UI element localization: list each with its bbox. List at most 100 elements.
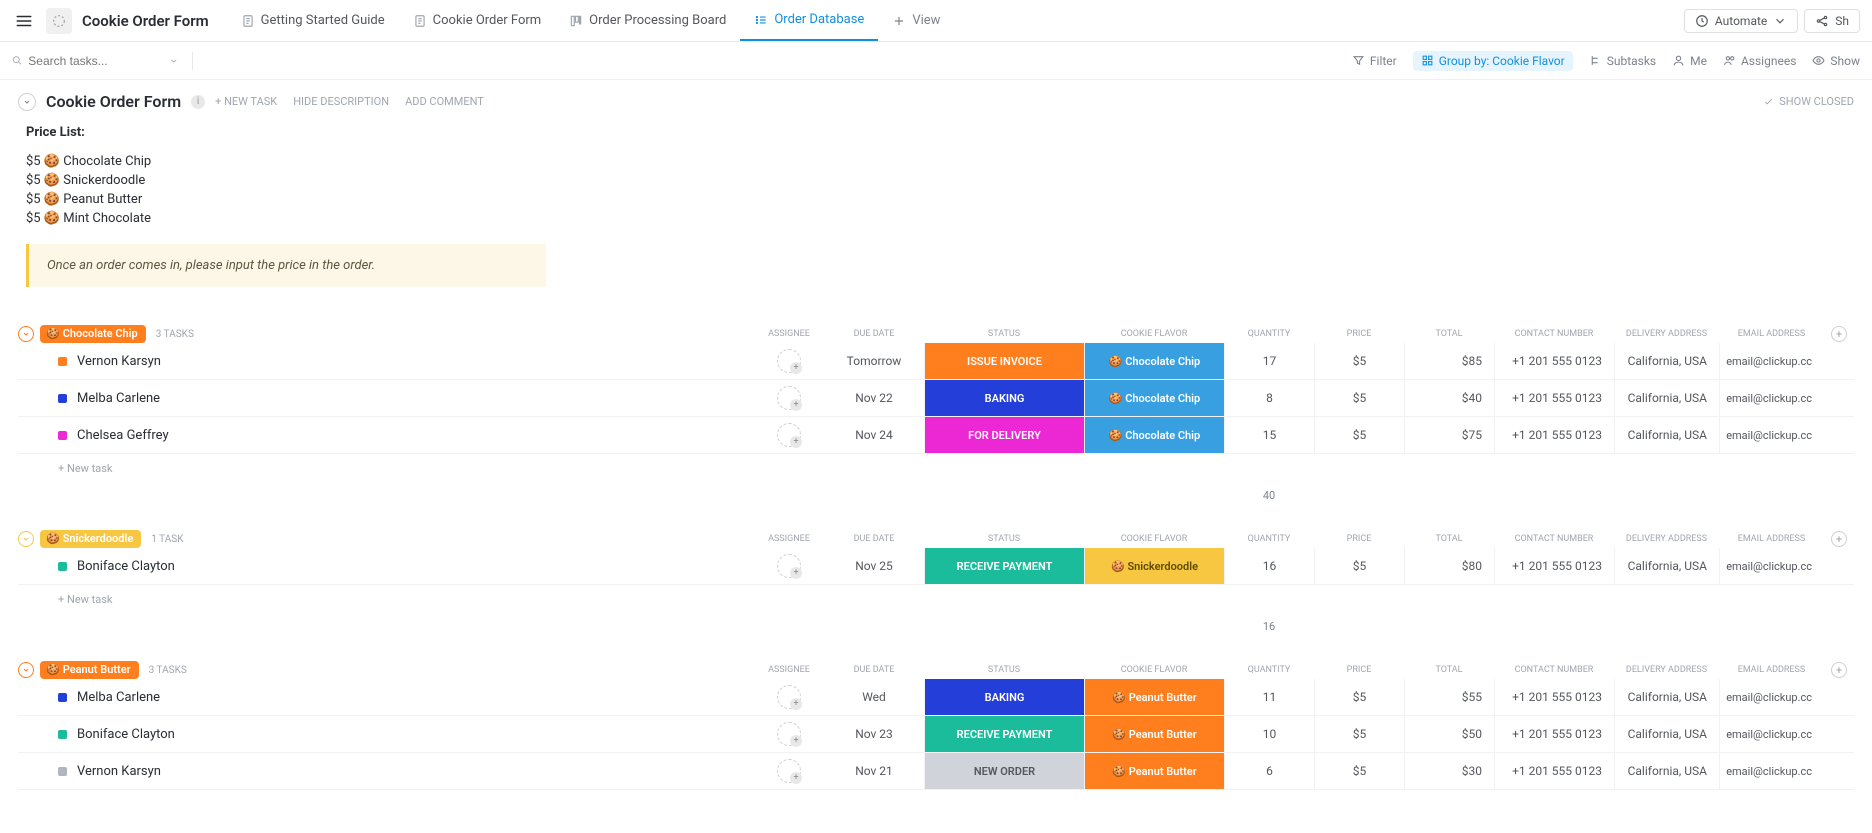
show-button[interactable]: Show: [1812, 54, 1860, 68]
flavor-pill[interactable]: 🍪 Chocolate Chip: [1085, 417, 1224, 453]
due-date[interactable]: Nov 24: [824, 417, 924, 453]
assignee-placeholder[interactable]: [777, 722, 801, 746]
status-square-icon[interactable]: [58, 394, 67, 403]
info-icon[interactable]: i: [191, 95, 205, 109]
status-square-icon[interactable]: [58, 730, 67, 739]
price-cell[interactable]: $5: [1314, 548, 1404, 584]
col-assignee[interactable]: ASSIGNEE: [754, 329, 824, 339]
col-assignee[interactable]: ASSIGNEE: [754, 534, 824, 544]
total-cell[interactable]: $85: [1404, 343, 1494, 379]
contact-cell[interactable]: +1 201 555 0123: [1494, 679, 1614, 715]
due-date[interactable]: Tomorrow: [824, 343, 924, 379]
contact-cell[interactable]: +1 201 555 0123: [1494, 343, 1614, 379]
contact-cell[interactable]: +1 201 555 0123: [1494, 753, 1614, 789]
quantity-cell[interactable]: 6: [1224, 753, 1314, 789]
col-cookie-flavor[interactable]: COOKIE FLAVOR: [1084, 665, 1224, 675]
share-button[interactable]: Sh: [1804, 9, 1860, 33]
tab-getting-started-guide[interactable]: Getting Started Guide: [227, 0, 399, 41]
col-delivery-address[interactable]: DELIVERY ADDRESS: [1614, 534, 1719, 544]
due-date[interactable]: Nov 25: [824, 548, 924, 584]
total-cell[interactable]: $80: [1404, 548, 1494, 584]
col-price[interactable]: PRICE: [1314, 329, 1404, 339]
col-assignee[interactable]: ASSIGNEE: [754, 665, 824, 675]
email-cell[interactable]: email@clickup.cc: [1719, 417, 1824, 453]
status-pill[interactable]: BAKING: [925, 380, 1084, 416]
collapse-list-icon[interactable]: [18, 93, 36, 111]
col-due-date[interactable]: DUE DATE: [824, 329, 924, 339]
contact-cell[interactable]: +1 201 555 0123: [1494, 716, 1614, 752]
col-price[interactable]: PRICE: [1314, 534, 1404, 544]
group-by-button[interactable]: Group by: Cookie Flavor: [1413, 51, 1573, 71]
due-date[interactable]: Wed: [824, 679, 924, 715]
email-cell[interactable]: email@clickup.cc: [1719, 548, 1824, 584]
quantity-cell[interactable]: 10: [1224, 716, 1314, 752]
col-delivery-address[interactable]: DELIVERY ADDRESS: [1614, 665, 1719, 675]
status-pill[interactable]: FOR DELIVERY: [925, 417, 1084, 453]
delivery-cell[interactable]: California, USA: [1614, 417, 1719, 453]
flavor-pill[interactable]: 🍪 Chocolate Chip: [1085, 380, 1224, 416]
status-pill[interactable]: ISSUE INVOICE: [925, 343, 1084, 379]
task-name[interactable]: Boniface Clayton: [77, 727, 175, 742]
contact-cell[interactable]: +1 201 555 0123: [1494, 380, 1614, 416]
col-due-date[interactable]: DUE DATE: [824, 534, 924, 544]
chevron-down-icon[interactable]: [169, 55, 178, 67]
flavor-pill[interactable]: 🍪 Peanut Butter: [1085, 753, 1224, 789]
task-name[interactable]: Vernon Karsyn: [77, 354, 161, 369]
col-cookie-flavor[interactable]: COOKIE FLAVOR: [1084, 329, 1224, 339]
task-row[interactable]: Vernon KarsynNov 21NEW ORDER🍪 Peanut But…: [18, 753, 1854, 790]
task-row[interactable]: Melba Carlene Nov 22BAKING🍪 Chocolate Chi…: [18, 380, 1854, 417]
search-input[interactable]: [28, 54, 162, 68]
show-closed-button[interactable]: SHOW CLOSED: [1763, 95, 1854, 108]
due-date[interactable]: Nov 23: [824, 716, 924, 752]
group-badge[interactable]: 🍪 Chocolate Chip: [40, 325, 146, 343]
subtasks-button[interactable]: Subtasks: [1589, 54, 1656, 68]
delivery-cell[interactable]: California, USA: [1614, 380, 1719, 416]
col-quantity[interactable]: QUANTITY: [1224, 665, 1314, 675]
col-due-date[interactable]: DUE DATE: [824, 665, 924, 675]
status-pill[interactable]: RECEIVE PAYMENT: [925, 548, 1084, 584]
col-status[interactable]: STATUS: [924, 534, 1084, 544]
assignee-placeholder[interactable]: [777, 423, 801, 447]
task-name[interactable]: Boniface Clayton: [77, 559, 175, 574]
status-square-icon[interactable]: [58, 562, 67, 571]
contact-cell[interactable]: +1 201 555 0123: [1494, 548, 1614, 584]
add-column-button[interactable]: +: [1831, 531, 1847, 547]
task-row[interactable]: Chelsea GeffreyNov 24FOR DELIVERY🍪 Choco…: [18, 417, 1854, 454]
add-column-button[interactable]: +: [1831, 662, 1847, 678]
price-cell[interactable]: $5: [1314, 679, 1404, 715]
add-column-button[interactable]: +: [1831, 326, 1847, 342]
status-square-icon[interactable]: [58, 431, 67, 440]
email-cell[interactable]: email@clickup.cc: [1719, 679, 1824, 715]
col-contact-number[interactable]: CONTACT NUMBER: [1494, 329, 1614, 339]
price-cell[interactable]: $5: [1314, 417, 1404, 453]
col-email-address[interactable]: EMAIL ADDRESS: [1719, 329, 1824, 339]
task-row[interactable]: Boniface Clayton Nov 25RECEIVE PAYMENT🍪 S…: [18, 548, 1854, 585]
add-comment-button[interactable]: ADD COMMENT: [405, 95, 484, 108]
task-row[interactable]: Melba CarleneWedBAKING🍪 Peanut Butter11$…: [18, 679, 1854, 716]
col-quantity[interactable]: QUANTITY: [1224, 534, 1314, 544]
delivery-cell[interactable]: California, USA: [1614, 716, 1719, 752]
status-pill[interactable]: RECEIVE PAYMENT: [925, 716, 1084, 752]
menu-icon[interactable]: [12, 9, 36, 33]
me-button[interactable]: Me: [1672, 54, 1707, 68]
assignee-placeholder[interactable]: [777, 386, 801, 410]
col-cookie-flavor[interactable]: COOKIE FLAVOR: [1084, 534, 1224, 544]
status-square-icon[interactable]: [58, 767, 67, 776]
collapse-group-icon[interactable]: [18, 662, 34, 678]
due-date[interactable]: Nov 21: [824, 753, 924, 789]
col-email-address[interactable]: EMAIL ADDRESS: [1719, 665, 1824, 675]
delivery-cell[interactable]: California, USA: [1614, 548, 1719, 584]
col-status[interactable]: STATUS: [924, 665, 1084, 675]
status-pill[interactable]: BAKING: [925, 679, 1084, 715]
status-square-icon[interactable]: [58, 357, 67, 366]
delivery-cell[interactable]: California, USA: [1614, 753, 1719, 789]
due-date[interactable]: Nov 22: [824, 380, 924, 416]
group-badge[interactable]: 🍪 Snickerdoodle: [40, 530, 141, 548]
delivery-cell[interactable]: California, USA: [1614, 679, 1719, 715]
col-total[interactable]: TOTAL: [1404, 534, 1494, 544]
workspace-icon[interactable]: [46, 8, 72, 34]
task-name[interactable]: Melba Carlene: [77, 391, 160, 406]
total-cell[interactable]: $75: [1404, 417, 1494, 453]
flavor-pill[interactable]: 🍪 Chocolate Chip: [1085, 343, 1224, 379]
flavor-pill[interactable]: 🍪 Snickerdoodle: [1085, 548, 1224, 584]
